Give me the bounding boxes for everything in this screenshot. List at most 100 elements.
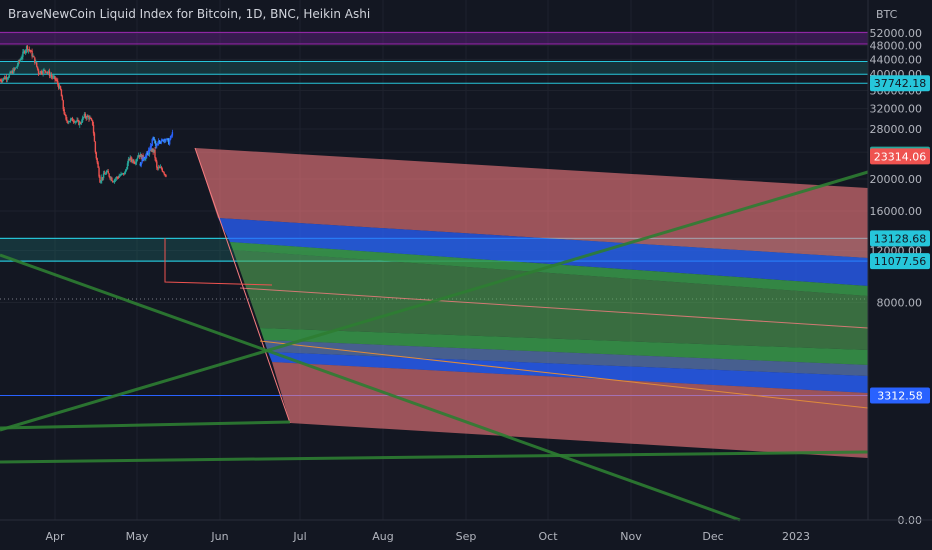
candle xyxy=(63,109,65,114)
candle xyxy=(2,79,4,82)
x-tick-label: May xyxy=(126,530,149,543)
candle xyxy=(125,169,128,171)
y-tick-label: 48000.00 xyxy=(870,40,923,53)
candle xyxy=(80,122,83,124)
candle xyxy=(126,163,129,170)
x-tick-label: Sep xyxy=(456,530,477,543)
candle xyxy=(113,179,116,182)
candle xyxy=(124,172,126,175)
candle xyxy=(71,118,74,122)
level-price-tag-text: 13128.68 xyxy=(874,232,927,245)
candle xyxy=(87,115,89,117)
teal-zone xyxy=(0,61,868,75)
candle xyxy=(33,56,35,58)
candle xyxy=(94,141,97,153)
projection-candle xyxy=(165,139,167,141)
candle xyxy=(96,158,98,163)
candle xyxy=(54,76,56,80)
candle xyxy=(20,58,22,60)
level-price-tag-text: 3312.58 xyxy=(877,389,923,402)
projection-candle xyxy=(156,144,158,147)
projection-candle xyxy=(151,139,153,146)
level-price-tag-text: 11077.56 xyxy=(874,255,927,268)
candle xyxy=(130,157,132,160)
projection-candle xyxy=(157,143,159,145)
x-tick-label: Oct xyxy=(538,530,558,543)
candle xyxy=(45,71,47,73)
candle xyxy=(56,79,58,82)
candle xyxy=(165,174,167,177)
candle xyxy=(68,121,71,123)
candle xyxy=(64,113,66,115)
candle xyxy=(119,175,121,177)
chart-title: BraveNewCoin Liquid Index for Bitcoin, 1… xyxy=(8,7,371,21)
candle xyxy=(133,160,135,163)
current-price-tag-text: 23314.06 xyxy=(874,150,927,163)
candle xyxy=(95,152,97,159)
y-tick-label: 20000.00 xyxy=(870,173,923,186)
candle xyxy=(31,50,33,57)
candle xyxy=(124,170,127,173)
projection-candle xyxy=(153,137,155,140)
y-tick-label: 32000.00 xyxy=(870,103,923,116)
projection-candle xyxy=(145,155,147,158)
price-chart[interactable]: BTC0.008000.0012000.0016000.0020000.0024… xyxy=(0,0,932,550)
y-tick-label: 28000.00 xyxy=(870,123,923,136)
x-tick-label: Jun xyxy=(210,530,228,543)
candle xyxy=(98,167,100,177)
drawings-layer xyxy=(0,82,869,522)
candle xyxy=(7,77,9,79)
candle xyxy=(163,172,165,175)
projection-candle xyxy=(154,139,156,144)
candle xyxy=(60,89,63,97)
candle xyxy=(50,75,53,77)
candle xyxy=(62,100,64,110)
candle xyxy=(154,149,156,158)
candle xyxy=(97,162,99,168)
candle xyxy=(69,119,72,122)
candle xyxy=(22,51,24,57)
x-tick-label: Dec xyxy=(702,530,723,543)
candle xyxy=(135,159,138,163)
candle xyxy=(81,117,84,123)
candle xyxy=(65,114,67,120)
candle xyxy=(161,168,164,172)
chart-stage: BTC0.008000.0012000.0016000.0020000.0024… xyxy=(0,0,932,550)
candle xyxy=(160,167,163,169)
projection-candle xyxy=(150,145,153,147)
projection-candle xyxy=(171,132,174,136)
x-tick-label: 2023 xyxy=(782,530,810,543)
candle xyxy=(107,171,109,174)
purple-zone xyxy=(0,32,868,45)
candle xyxy=(16,65,19,67)
candle xyxy=(44,69,46,72)
candle xyxy=(61,96,64,101)
candle xyxy=(75,121,77,123)
candle xyxy=(14,67,17,69)
projection-candle xyxy=(140,162,142,166)
candle xyxy=(104,173,107,175)
candle xyxy=(93,133,96,142)
level-price-tag-text: 37742.18 xyxy=(874,77,927,90)
y-tick-label: 52000.00 xyxy=(870,27,923,40)
trendline-flat-lower xyxy=(0,450,869,464)
candle xyxy=(37,69,40,74)
candle xyxy=(156,161,158,168)
candle xyxy=(35,62,38,67)
candle xyxy=(82,117,85,119)
x-tick-label: Jul xyxy=(292,530,306,543)
candle xyxy=(24,50,27,53)
trendline-flat-upper xyxy=(0,420,291,430)
candle xyxy=(136,157,139,160)
candle xyxy=(118,176,120,178)
candle xyxy=(36,66,39,70)
y-tick-label: 16000.00 xyxy=(870,205,923,218)
candle xyxy=(108,173,110,177)
projection-candle xyxy=(170,135,173,137)
x-tick-label: Aug xyxy=(372,530,393,543)
candle xyxy=(92,124,95,134)
currency-label: BTC xyxy=(876,8,898,21)
candle xyxy=(40,71,42,74)
candle xyxy=(8,74,10,78)
x-tick-label: Nov xyxy=(620,530,642,543)
